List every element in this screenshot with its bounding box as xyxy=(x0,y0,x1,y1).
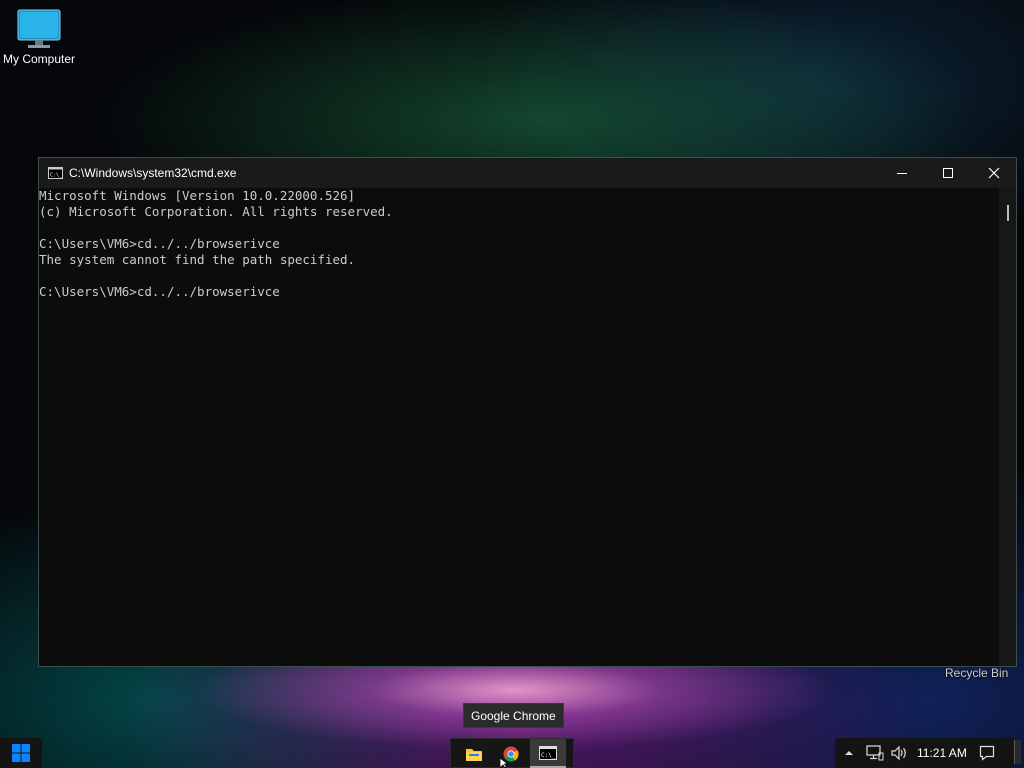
console-input-line: C:\Users\VM6>cd../../browserivce xyxy=(39,284,280,299)
tray-network[interactable] xyxy=(863,738,887,768)
mouse-cursor-icon xyxy=(500,758,510,768)
tooltip-text: Google Chrome xyxy=(471,708,556,723)
show-desktop-button[interactable] xyxy=(1014,740,1021,764)
close-icon xyxy=(988,167,1000,179)
window-title: C:\Windows\system32\cmd.exe xyxy=(69,166,237,180)
console-line: The system cannot find the path specifie… xyxy=(39,252,356,267)
console-line: C:\Users\VM6>cd../../browserivce xyxy=(39,236,280,251)
notification-icon xyxy=(979,745,994,761)
taskbar-apps: C:\_ xyxy=(450,738,574,768)
volume-icon xyxy=(891,745,906,761)
tray-volume[interactable] xyxy=(887,738,911,768)
desktop-icon-my-computer[interactable]: My Computer xyxy=(0,8,78,66)
taskbar-tooltip: Google Chrome xyxy=(463,703,564,728)
svg-text:C:\_: C:\_ xyxy=(541,752,556,759)
taskbar-chrome[interactable] xyxy=(493,739,529,768)
window-titlebar[interactable]: C:\_ C:\Windows\system32\cmd.exe xyxy=(39,158,1016,188)
start-button[interactable] xyxy=(0,738,42,768)
chevron-up-icon xyxy=(845,751,853,755)
maximize-icon xyxy=(943,168,953,178)
windows-logo-icon xyxy=(12,744,30,762)
tray-overflow-button[interactable] xyxy=(835,738,863,768)
cmd-icon: C:\_ xyxy=(48,167,63,179)
taskbar-cmd[interactable]: C:\_ xyxy=(530,739,566,768)
scrollbar[interactable] xyxy=(999,188,1016,666)
console-line: (c) Microsoft Corporation. All rights re… xyxy=(39,204,393,219)
cmd-window: C:\_ C:\Windows\system32\cmd.exe Microso… xyxy=(38,157,1017,667)
network-icon xyxy=(866,745,884,761)
minimize-button[interactable] xyxy=(879,158,925,188)
taskbar-file-explorer[interactable] xyxy=(456,739,492,768)
folder-icon xyxy=(466,748,482,761)
tray-clock[interactable]: 11:21 AM xyxy=(917,746,967,760)
scrollbar-thumb[interactable] xyxy=(1007,205,1009,221)
close-button[interactable] xyxy=(971,158,1017,188)
desktop-icon-label: My Computer xyxy=(2,52,76,66)
monitor-icon xyxy=(17,9,61,48)
tray-notifications[interactable] xyxy=(975,738,999,768)
recycle-bin-label[interactable]: Recycle Bin xyxy=(945,666,1008,680)
console-line: Microsoft Windows [Version 10.0.22000.52… xyxy=(39,188,356,203)
svg-text:C:\_: C:\_ xyxy=(50,173,63,179)
cmd-icon: C:\_ xyxy=(539,745,557,760)
maximize-button[interactable] xyxy=(925,158,971,188)
system-tray: 11:21 AM xyxy=(835,738,1013,768)
minimize-icon xyxy=(897,173,907,174)
console-output[interactable]: Microsoft Windows [Version 10.0.22000.52… xyxy=(39,188,999,666)
